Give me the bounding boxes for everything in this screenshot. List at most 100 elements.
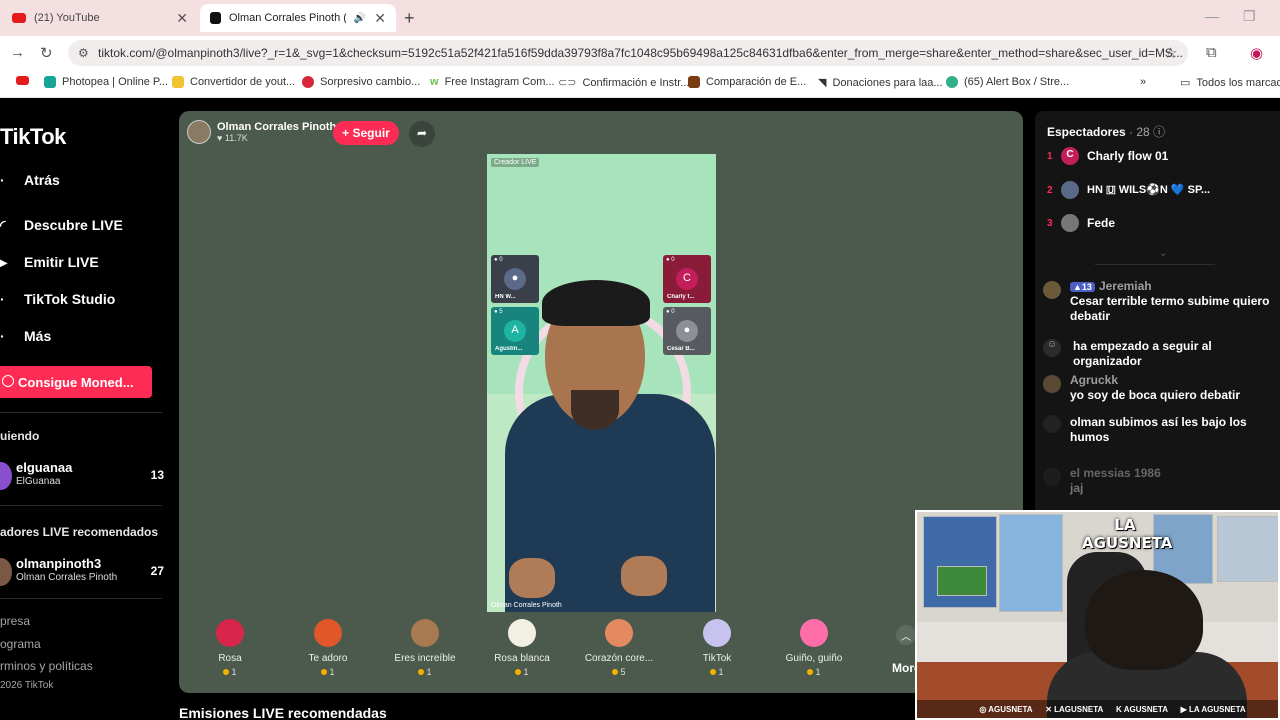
bookmark-item[interactable]: (65) Alert Box / Stre...	[946, 76, 1069, 88]
avatar[interactable]	[1043, 415, 1061, 433]
coin-icon	[710, 669, 717, 675]
guest-slot[interactable]: ● 5 A Agustin...	[491, 307, 539, 355]
tab-youtube[interactable]: (21) YouTube ✕	[2, 4, 198, 32]
gift-rosa-blanca[interactable]: Rosa blanca 1	[474, 619, 570, 677]
level-value: 13	[1081, 282, 1092, 292]
footer-link[interactable]: rminos y políticas	[0, 659, 93, 673]
top-viewer[interactable]: 3 Fede	[1047, 213, 1115, 233]
extensions-icon[interactable]: ⧉	[1206, 44, 1217, 61]
site-info-icon[interactable]: ⚙	[78, 46, 89, 60]
following-account[interactable]: elguanaa ElGuanaa 13	[0, 460, 168, 494]
speaker-icon[interactable]: 🔊	[354, 13, 366, 24]
guest-name: HN W...	[495, 294, 516, 300]
get-coins-button[interactable]: Consigue Moned...	[0, 366, 152, 398]
bookmark-star-icon[interactable]: ☆	[1164, 44, 1177, 62]
gift-corazon[interactable]: Corazón core... 5	[571, 619, 667, 677]
avatar[interactable]	[1043, 375, 1061, 393]
share-icon[interactable]: ➦	[409, 121, 435, 147]
avatar[interactable]	[1043, 468, 1061, 486]
gift-name: Rosa	[218, 653, 242, 664]
reload-icon[interactable]: ↻	[40, 44, 53, 62]
bookmark-label: Confirmación e Instr...	[582, 76, 690, 89]
top-viewer[interactable]: 1 C Charly flow 01	[1047, 146, 1168, 166]
guest-slot[interactable]: ● 0 ● HN W...	[491, 255, 539, 303]
bookmark-item[interactable]: Sorpresivo cambio...	[302, 76, 420, 88]
video-stream[interactable]: Creador LIVE Olman Corrales Pinoth ● 0 ●…	[487, 154, 716, 612]
chat-username[interactable]: el messias 1986	[1070, 466, 1161, 480]
bookmark-label: Photopea | Online P...	[62, 76, 169, 88]
profile-icon[interactable]: ◉	[1250, 44, 1263, 62]
gift-rose[interactable]: Rosa 1	[182, 619, 278, 677]
restore-icon[interactable]: ❐	[1243, 8, 1256, 25]
gift-price: 1	[669, 667, 765, 677]
nav-go-live[interactable]: ▸ Emitir LIVE	[0, 254, 99, 270]
guest-slot[interactable]: ● 0 C Charly f...	[663, 255, 711, 303]
x-handle: ✕ LAGUSNETA	[1045, 704, 1104, 714]
url-bar[interactable]: ⚙ tiktok.com/@olmanpinoth3/live?_r=1&_sv…	[68, 40, 1188, 66]
viewer-name: HN 🇺 WILS⚽N 💙 SP...	[1087, 184, 1211, 196]
chevron-up-icon[interactable]: ︿	[896, 625, 916, 645]
avatar: A	[504, 320, 526, 342]
bookmarks-overflow-icon[interactable]: »	[1140, 76, 1146, 88]
guest-viewers: ● 0	[666, 257, 675, 263]
avatar[interactable]	[1043, 281, 1061, 299]
gift-eres-increible[interactable]: Eres increíble 1	[377, 619, 473, 677]
nav-more[interactable]: · Más	[0, 328, 51, 344]
footer-link[interactable]: presa	[0, 614, 30, 628]
forward-icon[interactable]: →	[10, 44, 25, 61]
converter-icon	[172, 76, 184, 88]
bookmark-item[interactable]: ⊂⊃ Confirmación e Instr...	[558, 76, 690, 90]
divider	[0, 598, 162, 599]
host-info[interactable]: Olman Corrales Pinoth ♥ 11.7K	[187, 119, 336, 145]
gift-price: 1	[474, 667, 570, 677]
photopea-icon	[44, 76, 56, 88]
player-poster	[999, 514, 1063, 612]
coin-icon	[223, 669, 230, 675]
chat-text: yo soy de boca quiero debatir	[1070, 388, 1241, 402]
tiktok-logo[interactable]: TikTok	[0, 124, 66, 150]
recommended-account[interactable]: olmanpinoth3 Olman Corrales Pinoth 27	[0, 556, 168, 590]
level-badge: ▲13	[1070, 282, 1095, 292]
gift-price: 5	[571, 667, 667, 677]
guest-name: Agustin...	[495, 346, 523, 352]
recommended-section-title: adores LIVE recomendados	[0, 525, 159, 539]
expand-viewers-icon[interactable]: ⌄	[1159, 248, 1167, 259]
coin-icon	[515, 669, 522, 675]
gift-te-adoro[interactable]: Te adoro 1	[280, 619, 376, 677]
new-tab-button[interactable]: +	[404, 8, 415, 29]
bookmark-item[interactable]: w Free Instagram Com...	[430, 76, 555, 88]
nav-discover-live[interactable]: ◜ Descubre LIVE	[0, 217, 123, 233]
chat-username[interactable]: Agruckk	[1070, 373, 1118, 387]
bookmark-label: Convertidor de yout...	[190, 76, 296, 88]
footer-link[interactable]: ograma	[0, 637, 41, 651]
spectators-title: Espectadores · 28 ⓘ	[1047, 123, 1165, 140]
host-avatar[interactable]	[187, 120, 211, 144]
bookmark-item[interactable]: Comparación de E...	[688, 76, 806, 88]
nav-studio[interactable]: · TikTok Studio	[0, 291, 115, 307]
close-icon[interactable]: ✕	[176, 10, 188, 27]
button-label: Consigue Moned...	[18, 375, 134, 390]
tab-tiktok[interactable]: Olman Corrales Pinoth (@c 🔊 ✕	[200, 4, 396, 32]
nav-back[interactable]: · Atrás	[0, 172, 60, 188]
guest-slot[interactable]: ● 0 ● Cesar B...	[663, 307, 711, 355]
close-icon[interactable]: ✕	[374, 10, 386, 27]
all-bookmarks-folder[interactable]: ▭ Todos los marcado	[1180, 76, 1280, 90]
bookmark-label: (65) Alert Box / Stre...	[964, 76, 1070, 88]
gift-tiktok[interactable]: TikTok 1	[669, 619, 765, 677]
nav-label: Atrás	[24, 172, 60, 188]
minimize-icon[interactable]: —	[1205, 8, 1219, 24]
info-icon[interactable]: ⓘ	[1153, 125, 1165, 139]
bookmark-item[interactable]: Convertidor de yout...	[172, 76, 295, 88]
bookmark-youtube[interactable]	[16, 76, 29, 85]
nav-label: Más	[24, 328, 52, 344]
bookmark-item[interactable]: ◥ Donaciones para laa...	[818, 76, 943, 90]
socials-bar: ◎ AGUSNETA ✕ LAGUSNETA K AGUSNETA ▶ LA A…	[917, 700, 1278, 718]
channel-logo: LA AGUSNETA	[1082, 516, 1173, 552]
chat-username[interactable]: ▲13 Jeremiah	[1070, 279, 1152, 293]
gift-guino[interactable]: Guiño, guiño 1	[766, 619, 862, 677]
account-name: elguanaa	[16, 460, 73, 475]
follow-button[interactable]: + Seguir	[333, 121, 399, 145]
top-viewer[interactable]: 2 HN 🇺 WILS⚽N 💙 SP...	[1047, 180, 1210, 200]
bookmark-item[interactable]: Photopea | Online P...	[44, 76, 168, 88]
guest-viewer-count: 5	[499, 309, 503, 315]
